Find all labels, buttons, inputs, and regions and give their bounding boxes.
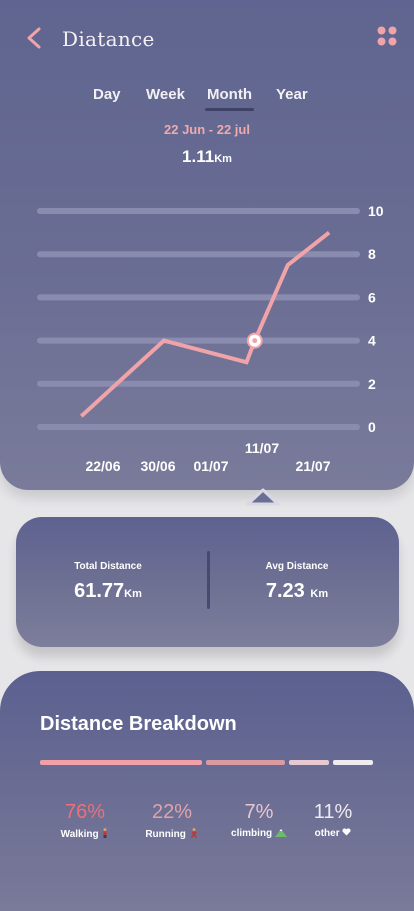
total-value: 1.11 — [182, 147, 215, 166]
breakdown-item-other: 11% other — [298, 801, 368, 839]
total-distance-value: 61.77 — [74, 580, 125, 602]
other-label: other — [314, 828, 340, 839]
avg-distance-value: 7.23 — [265, 580, 305, 602]
x-tick-label: 30/06 — [140, 458, 175, 474]
y-tick-label: 0 — [368, 419, 376, 435]
total-distance-label: Total Distance — [74, 561, 142, 572]
tab-week[interactable]: Week — [146, 86, 185, 103]
other-percent: 11% — [313, 801, 353, 823]
distance-stats-card: Total Distance 61.77Km Avg Distance 7.23… — [16, 517, 399, 647]
total-unit: Km — [214, 153, 232, 165]
highlighted-data-point-center — [252, 338, 258, 344]
tab-month[interactable]: Month — [205, 86, 254, 111]
x-tick-label: 22/06 — [85, 458, 120, 474]
distance-series-line — [79, 231, 331, 418]
x-tick-label: 11/07 — [245, 440, 279, 456]
running-label: Running — [145, 829, 186, 840]
total-distance-unit: Km — [124, 588, 142, 600]
breakdown-bar-running — [206, 760, 285, 765]
breakdown-bar-climbing — [289, 760, 329, 765]
breakdown-bar-other — [333, 760, 373, 765]
tab-year[interactable]: Year — [276, 86, 308, 103]
walking-label: Walking — [60, 829, 99, 840]
date-range: 22 Jun - 22 jul — [164, 122, 250, 137]
expand-up-icon[interactable] — [244, 484, 282, 508]
climbing-label: climbing — [231, 828, 273, 839]
avg-distance-unit: Km — [310, 588, 329, 600]
running-icon — [190, 828, 197, 838]
avg-distance-label: Avg Distance — [265, 561, 329, 572]
breakdown-item-climbing: 7% climbing — [224, 801, 294, 839]
page-title: Diatance — [62, 27, 155, 51]
breakdown-bar-walking — [40, 760, 202, 765]
total-distance-stat: Total Distance 61.77Km — [18, 561, 198, 603]
grid-menu-icon[interactable] — [376, 25, 398, 47]
breakdown-item-walking: 76% Walking — [50, 801, 120, 840]
avg-distance-stat: Avg Distance 7.23 Km — [207, 561, 387, 603]
climbing-percent: 7% — [244, 801, 274, 823]
breakdown-item-running: 22% Running — [137, 801, 207, 840]
tab-day[interactable]: Day — [93, 86, 121, 103]
distance-line-chart: 10 8 6 4 2 0 22/06 30/06 01/07 11/07 21/07 — [37, 203, 384, 474]
x-tick-label: 21/07 — [295, 458, 330, 474]
y-tick-label: 6 — [368, 289, 376, 305]
walking-icon — [103, 828, 107, 838]
heart-icon — [342, 828, 351, 836]
breakdown-title: Distance Breakdown — [40, 713, 237, 735]
period-tabs: Day Week Month Year — [0, 86, 414, 116]
distance-breakdown-card: Distance Breakdown 76% Walking 22% Runni… — [0, 671, 414, 911]
walking-percent: 76% — [64, 801, 106, 823]
running-percent: 22% — [151, 801, 193, 823]
y-tick-label: 8 — [368, 246, 376, 262]
back-icon[interactable] — [24, 26, 48, 50]
total-distance-summary: 1.11Km — [0, 147, 414, 167]
distance-chart-card: Diatance Day Week Month Year 22 Jun - 22… — [0, 0, 414, 490]
y-tick-label: 4 — [368, 333, 376, 349]
mountain-icon — [274, 829, 287, 837]
y-tick-label: 10 — [368, 203, 384, 219]
x-tick-label: 01/07 — [193, 458, 228, 474]
y-tick-label: 2 — [368, 376, 376, 392]
